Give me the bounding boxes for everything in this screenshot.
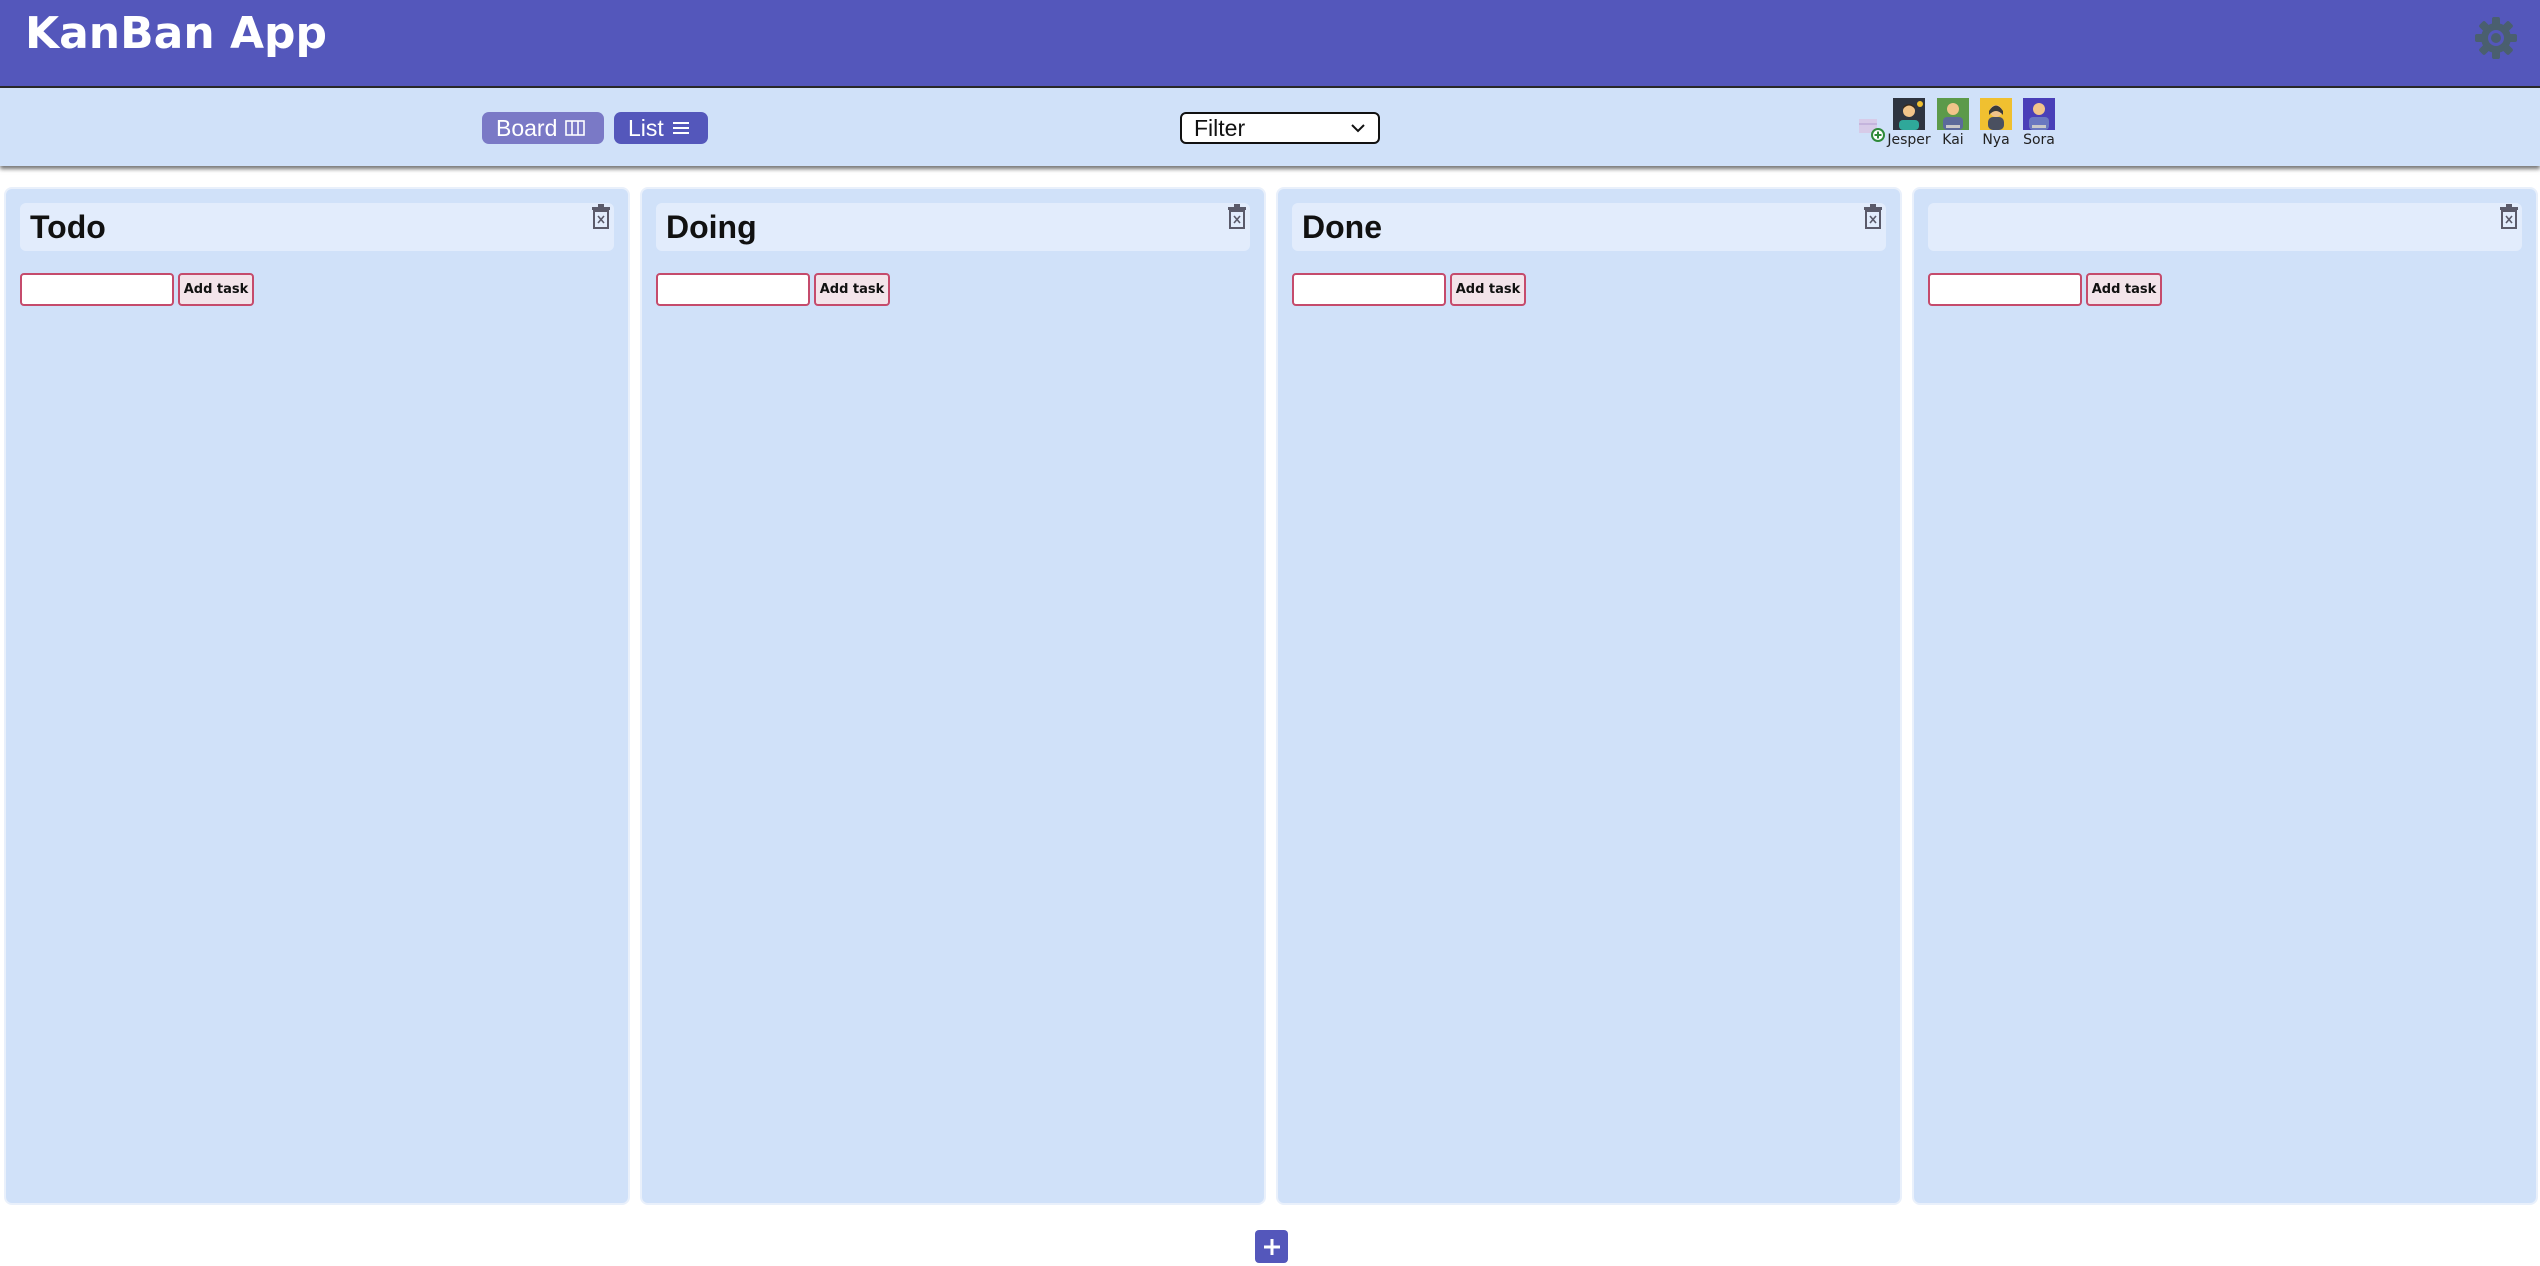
add-task-button[interactable]: Add task bbox=[814, 273, 890, 306]
column-title: Done bbox=[1302, 209, 1382, 245]
trash-icon[interactable] bbox=[1862, 204, 1884, 230]
user-name: Jesper bbox=[1887, 132, 1931, 148]
board-view-button[interactable]: Board bbox=[482, 112, 604, 144]
user-name: Sora bbox=[2023, 132, 2055, 148]
add-task-button[interactable]: Add task bbox=[2086, 273, 2162, 306]
task-input[interactable] bbox=[20, 273, 174, 306]
add-task-button[interactable]: Add task bbox=[1450, 273, 1526, 306]
add-column-button[interactable] bbox=[1255, 1230, 1288, 1263]
column-todo: Todo Add task bbox=[4, 187, 630, 1205]
column-header: Todo bbox=[20, 203, 614, 251]
list-view-button[interactable]: List bbox=[614, 112, 708, 144]
trash-icon[interactable] bbox=[2498, 204, 2520, 230]
trash-icon[interactable] bbox=[1226, 204, 1248, 230]
user-jesper[interactable]: Jesper bbox=[1887, 98, 1931, 148]
user-name: Nya bbox=[1982, 132, 2010, 148]
column-header: Done bbox=[1292, 203, 1886, 251]
gear-icon[interactable] bbox=[2472, 14, 2520, 62]
toolbar: Board List Filter Jesper Kai Nya Sora bbox=[0, 88, 2540, 166]
board-view-label: Board bbox=[496, 114, 558, 141]
user-sora[interactable]: Sora bbox=[2017, 98, 2061, 148]
add-task-button[interactable]: Add task bbox=[178, 273, 254, 306]
column-untitled: Add task bbox=[1912, 187, 2538, 1205]
chevron-down-icon bbox=[1351, 124, 1365, 133]
user-nya[interactable]: Nya bbox=[1974, 98, 2018, 148]
app-header: KanBan App bbox=[0, 0, 2540, 88]
user-name: Kai bbox=[1942, 132, 1964, 148]
user-avatar bbox=[2023, 98, 2055, 130]
column-done: Done Add task bbox=[1276, 187, 1902, 1205]
user-kai[interactable]: Kai bbox=[1931, 98, 1975, 148]
filter-label: Filter bbox=[1194, 114, 1246, 141]
task-input[interactable] bbox=[1928, 273, 2082, 306]
plus-icon bbox=[1263, 1238, 1280, 1255]
add-user-icon[interactable] bbox=[1857, 113, 1887, 145]
app-title: KanBan App bbox=[25, 8, 328, 59]
task-input[interactable] bbox=[1292, 273, 1446, 306]
column-header bbox=[1928, 203, 2522, 251]
list-view-label: List bbox=[628, 114, 664, 141]
trash-icon[interactable] bbox=[590, 204, 612, 230]
user-avatar bbox=[1937, 98, 1969, 130]
column-doing: Doing Add task bbox=[640, 187, 1266, 1205]
column-title: Doing bbox=[666, 209, 757, 245]
filter-select[interactable]: Filter bbox=[1180, 112, 1380, 144]
column-header: Doing bbox=[656, 203, 1250, 251]
task-input[interactable] bbox=[656, 273, 810, 306]
user-avatar bbox=[1893, 98, 1925, 130]
user-avatar bbox=[1980, 98, 2012, 130]
columns-icon bbox=[565, 120, 586, 136]
column-title: Todo bbox=[30, 209, 106, 245]
list-icon bbox=[672, 122, 689, 134]
